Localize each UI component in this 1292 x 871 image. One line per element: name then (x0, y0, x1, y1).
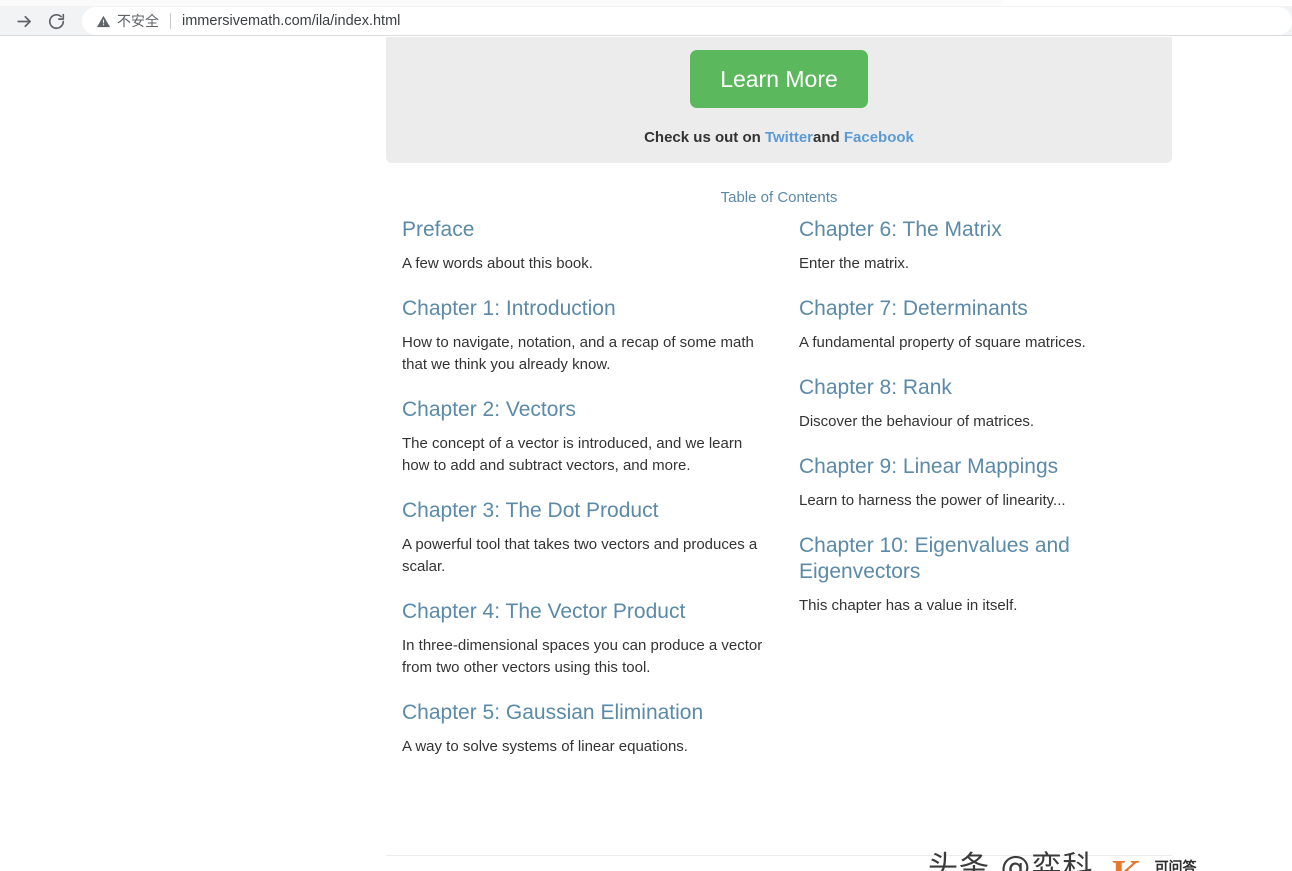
toc-entry-title[interactable]: Chapter 9: Linear Mappings (799, 454, 1192, 480)
toc-entry: Chapter 8: Rank Discover the behaviour o… (799, 375, 1192, 433)
learn-more-button[interactable]: Learn More (690, 50, 868, 108)
toc-entry: Chapter 2: Vectors The concept of a vect… (402, 397, 797, 477)
toc-entry-description: The concept of a vector is introduced, a… (402, 435, 743, 474)
table-of-contents-link[interactable]: Table of Contents (721, 189, 838, 206)
kewenda-text-block: 可问答 www.kewenda.com (1141, 859, 1239, 871)
toc-entry-description: In three-dimensional spaces you can prod… (402, 637, 763, 676)
toc-entry-description: A fundamental property of square matrice… (799, 334, 1086, 351)
toc-entry-description: A few words about this book. (402, 255, 593, 272)
toc-entry: Chapter 9: Linear Mappings Learn to harn… (799, 454, 1192, 512)
reload-icon[interactable] (40, 6, 72, 36)
url-text: immersivemath.com/ila/index.html (182, 13, 401, 29)
toc-columns: Preface A few words about this book. Cha… (402, 217, 1192, 779)
toc-entry-description: Discover the behaviour of matrices. (799, 413, 1035, 430)
security-status-label: 不安全 (117, 13, 159, 29)
toc-entry-title[interactable]: Chapter 6: The Matrix (799, 217, 1192, 243)
page-viewport: Learn More Check us out on Twitterand Fa… (0, 37, 1292, 871)
toc-entry-title[interactable]: Chapter 2: Vectors (402, 397, 797, 423)
toc-entry-description: How to navigate, notation, and a recap o… (402, 334, 754, 373)
toutiao-watermark: 头条 @弈科 (928, 850, 1094, 871)
facebook-link[interactable]: Facebook (844, 129, 914, 146)
toc-entry: Chapter 6: The Matrix Enter the matrix. (799, 217, 1192, 275)
toc-entry-title[interactable]: Chapter 1: Introduction (402, 296, 797, 322)
twitter-link[interactable]: Twitter (765, 129, 813, 146)
toc-entry-description: This chapter has a value in itself. (799, 597, 1018, 614)
toc-entry-description: A powerful tool that takes two vectors a… (402, 536, 758, 575)
social-prefix-text: Check us out on (644, 129, 761, 146)
toc-entry: Chapter 7: Determinants A fundamental pr… (799, 296, 1192, 354)
toc-entry-description: A way to solve systems of linear equatio… (402, 738, 688, 755)
toc-entry: Chapter 1: Introduction How to navigate,… (402, 296, 797, 376)
promo-panel: Learn More Check us out on Twitterand Fa… (386, 37, 1172, 163)
toc-column-left: Preface A few words about this book. Cha… (402, 217, 797, 779)
social-links-line: Check us out on Twitterand Facebook (386, 129, 1172, 146)
omnibox-divider (170, 13, 171, 29)
address-bar[interactable]: 不安全 immersivemath.com/ila/index.html (82, 7, 1292, 35)
toc-entry-title[interactable]: Chapter 3: The Dot Product (402, 498, 797, 524)
browser-navigation-bar: 不安全 immersivemath.com/ila/index.html (0, 6, 1292, 36)
toc-entry: Chapter 3: The Dot Product A powerful to… (402, 498, 797, 578)
toc-column-right: Chapter 6: The Matrix Enter the matrix. … (797, 217, 1192, 779)
toc-entry-title[interactable]: Chapter 5: Gaussian Elimination (402, 700, 797, 726)
toc-entry-title[interactable]: Preface (402, 217, 797, 243)
kewenda-cn-label: 可问答 (1154, 859, 1197, 871)
site-security-chip[interactable]: 不安全 (96, 11, 159, 31)
toc-entry: Preface A few words about this book. (402, 217, 797, 275)
warning-triangle-icon (96, 15, 111, 27)
kewenda-logo-icon: K (1112, 855, 1142, 871)
browser-chrome: 不安全 immersivemath.com/ila/index.html (0, 0, 1292, 36)
toc-entry-title[interactable]: Chapter 10: Eigenvalues and Eigenvectors (799, 533, 1192, 585)
toc-entry: Chapter 5: Gaussian Elimination A way to… (402, 700, 797, 758)
toc-entry: Chapter 10: Eigenvalues and Eigenvectors… (799, 533, 1192, 617)
toc-entry-description: Enter the matrix. (799, 255, 910, 272)
toc-entry-description: Learn to harness the power of linearity.… (799, 492, 1066, 509)
social-conjunction-text: and (813, 129, 840, 146)
toc-heading-row: Table of Contents (386, 189, 1172, 207)
toc-entry: Chapter 4: The Vector Product In three-d… (402, 599, 797, 679)
kewenda-watermark: K 可问答 www.kewenda.com (1112, 855, 1239, 871)
toc-entry-title[interactable]: Chapter 8: Rank (799, 375, 1192, 401)
toc-entry-title[interactable]: Chapter 7: Determinants (799, 296, 1192, 322)
toc-entry-title[interactable]: Chapter 4: The Vector Product (402, 599, 797, 625)
forward-arrow-icon[interactable] (8, 6, 40, 36)
